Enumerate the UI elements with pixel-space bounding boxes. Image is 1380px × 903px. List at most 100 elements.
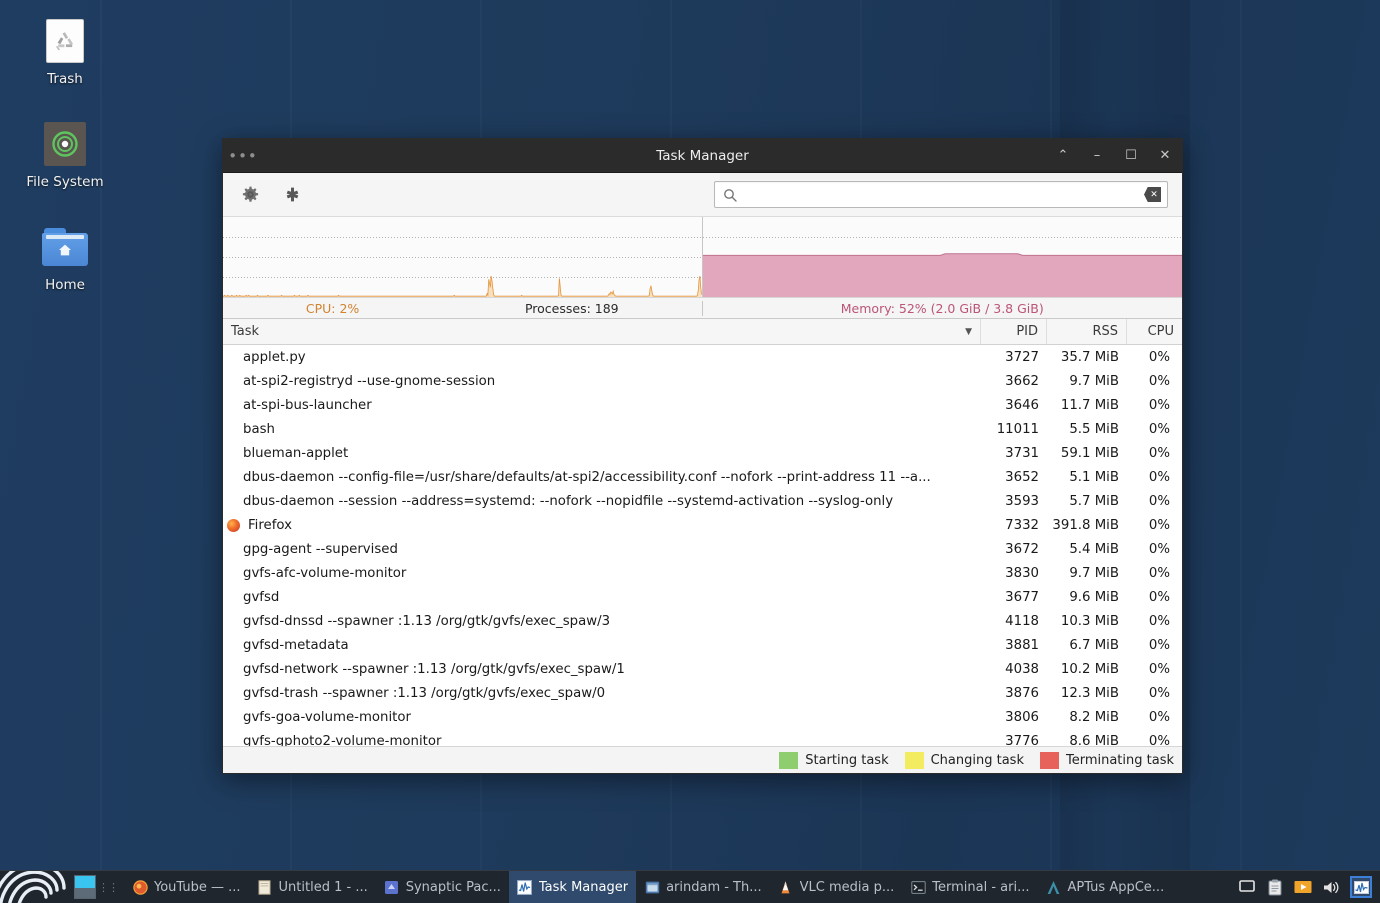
column-header-pid[interactable]: PID — [981, 319, 1047, 344]
cell-pid: 3652 — [981, 470, 1047, 485]
table-row[interactable]: gvfs-goa-volume-monitor38068.2 MiB0% — [223, 705, 1182, 729]
close-button[interactable]: ✕ — [1148, 139, 1182, 173]
table-row[interactable]: gpg-agent --supervised 36725.4 MiB0% — [223, 537, 1182, 561]
clear-icon[interactable]: ✕ — [1144, 187, 1161, 202]
window-menu-button[interactable]: ••• — [223, 139, 263, 173]
task-name: gvfs-gphoto2-volume-monitor — [243, 734, 442, 747]
cell-task: gvfsd-dnssd --spawner :1.13 /org/gtk/gvf… — [223, 614, 981, 629]
table-row[interactable]: gvfsd-metadata38816.7 MiB0% — [223, 633, 1182, 657]
taskbar-window-button[interactable]: Untitled 1 - ... — [249, 871, 376, 903]
table-row[interactable]: gvfs-gphoto2-volume-monitor37768.6 MiB0% — [223, 729, 1182, 746]
volume-icon[interactable] — [1322, 878, 1340, 896]
table-row[interactable]: Firefox7332391.8 MiB0% — [223, 513, 1182, 537]
task-manager-tray-icon[interactable] — [1350, 876, 1372, 898]
task-name: gvfsd-dnssd --spawner :1.13 /org/gtk/gvf… — [243, 614, 610, 629]
minimize-button[interactable]: – — [1080, 139, 1114, 173]
maximize-button[interactable]: ☐ — [1114, 139, 1148, 173]
cell-cpu: 0% — [1127, 494, 1182, 509]
search-input[interactable] — [742, 187, 1144, 202]
taskbar-window-button[interactable]: APTus AppCe... — [1037, 871, 1172, 903]
taskbar-window-label: Untitled 1 - ... — [279, 880, 368, 895]
taskbar-window-button[interactable]: Task Manager — [509, 871, 636, 903]
table-row[interactable]: gvfsd-dnssd --spawner :1.13 /org/gtk/gvf… — [223, 609, 1182, 633]
legend-label: Terminating task — [1066, 753, 1174, 768]
desktop-icon-home[interactable]: Home — [6, 220, 124, 297]
desktop-icon-label: Trash — [6, 72, 124, 87]
cell-pid: 4118 — [981, 614, 1047, 629]
taskbar-window-label: Terminal - ari... — [932, 880, 1029, 895]
table-row[interactable]: dbus-daemon --session --address=systemd:… — [223, 489, 1182, 513]
cell-rss: 5.4 MiB — [1047, 542, 1127, 557]
table-row[interactable]: gvfs-afc-volume-monitor38309.7 MiB0% — [223, 561, 1182, 585]
legend-starting-task: Starting task — [779, 752, 888, 769]
table-row[interactable]: applet.py372735.7 MiB0% — [223, 345, 1182, 369]
legend-swatch — [779, 752, 798, 769]
legend-terminating-task: Terminating task — [1040, 752, 1174, 769]
column-header-task[interactable]: Task ▼ — [223, 319, 981, 344]
show-desktop-button[interactable] — [74, 875, 96, 899]
cell-pid: 3672 — [981, 542, 1047, 557]
table-row[interactable]: blueman-applet373159.1 MiB0% — [223, 441, 1182, 465]
cpu-graph-plot — [223, 217, 702, 297]
taskbar-window-button[interactable]: VLC media p... — [770, 871, 903, 903]
table-row[interactable]: gvfsd-trash --spawner :1.13 /org/gtk/gvf… — [223, 681, 1182, 705]
search-box[interactable]: ✕ — [714, 181, 1168, 208]
cell-cpu: 0% — [1127, 566, 1182, 581]
shade-button[interactable]: ⌃ — [1046, 139, 1080, 173]
table-row[interactable]: gvfsd-network --spawner :1.13 /org/gtk/g… — [223, 657, 1182, 681]
process-list[interactable]: applet.py372735.7 MiB0%at-spi2-registryd… — [223, 345, 1182, 746]
table-row[interactable]: at-spi2-registryd --use-gnome-session366… — [223, 369, 1182, 393]
display-icon[interactable] — [1238, 878, 1256, 896]
thunar-icon — [644, 879, 660, 895]
table-row[interactable]: gvfsd36779.6 MiB0% — [223, 585, 1182, 609]
taskbar-window-label: Task Manager — [539, 880, 628, 895]
taskbar-window-label: YouTube — ... — [154, 880, 241, 895]
task-name: gpg-agent --supervised — [243, 542, 398, 557]
cell-pid: 3876 — [981, 686, 1047, 701]
clipboard-icon[interactable] — [1266, 878, 1284, 896]
cell-cpu: 0% — [1127, 422, 1182, 437]
legend-bar: Starting task Changing task Terminating … — [223, 746, 1182, 773]
taskbar-window-button[interactable]: Synaptic Pac... — [376, 871, 509, 903]
window-titlebar[interactable]: ••• Task Manager ⌃ – ☐ ✕ — [223, 139, 1182, 173]
taskbar-window-button[interactable]: arindam - Th... — [636, 871, 770, 903]
table-row[interactable]: bash110115.5 MiB0% — [223, 417, 1182, 441]
task-name: gvfsd-metadata — [243, 638, 349, 653]
column-label: CPU — [1148, 324, 1174, 339]
cell-pid: 3593 — [981, 494, 1047, 509]
legend-swatch — [905, 752, 924, 769]
gear-icon[interactable] — [237, 182, 263, 208]
cell-rss: 5.1 MiB — [1047, 470, 1127, 485]
table-row[interactable]: at-spi-bus-launcher364611.7 MiB0% — [223, 393, 1182, 417]
desktop-icon-trash[interactable]: Trash — [6, 14, 124, 91]
chevron-down-icon: ▼ — [965, 327, 972, 337]
memory-status-group: Memory: 52% (2.0 GiB / 3.8 GiB) — [703, 301, 1183, 316]
taskbar-window-label: Synaptic Pac... — [406, 880, 501, 895]
cell-rss: 5.7 MiB — [1047, 494, 1127, 509]
cell-rss: 9.7 MiB — [1047, 374, 1127, 389]
trash-icon — [42, 18, 88, 64]
taskbar-window-button[interactable]: Terminal - ari... — [902, 871, 1037, 903]
task-name: at-spi-bus-launcher — [243, 398, 372, 413]
column-header-cpu[interactable]: CPU — [1127, 319, 1182, 344]
desktop-icon-file-system[interactable]: File System — [6, 117, 124, 194]
column-header-rss[interactable]: RSS — [1047, 319, 1127, 344]
cell-rss: 10.2 MiB — [1047, 662, 1127, 677]
firefox-icon — [132, 879, 148, 895]
applications-menu-button[interactable] — [0, 871, 74, 903]
taskbar-window-button[interactable]: YouTube — ... — [124, 871, 249, 903]
window-buttons: YouTube — ... Untitled 1 - ... Synaptic Pa… — [124, 871, 1234, 903]
cell-task: Firefox — [223, 518, 981, 533]
cell-pid: 3646 — [981, 398, 1047, 413]
memory-status-label: Memory: 52% (2.0 GiB / 3.8 GiB) — [841, 301, 1044, 316]
cell-pid: 3731 — [981, 446, 1047, 461]
memory-graph-plot — [703, 217, 1183, 297]
cell-rss: 8.6 MiB — [1047, 734, 1127, 747]
media-player-icon[interactable] — [1294, 878, 1312, 896]
cell-task: gvfsd-trash --spawner :1.13 /org/gtk/gvf… — [223, 686, 981, 701]
table-row[interactable]: dbus-daemon --config-file=/usr/share/def… — [223, 465, 1182, 489]
task-name: gvfs-goa-volume-monitor — [243, 710, 411, 725]
taskbar-handle[interactable]: ⋮⋮ — [98, 881, 118, 894]
plus-cross-icon[interactable] — [279, 182, 305, 208]
cell-cpu: 0% — [1127, 542, 1182, 557]
